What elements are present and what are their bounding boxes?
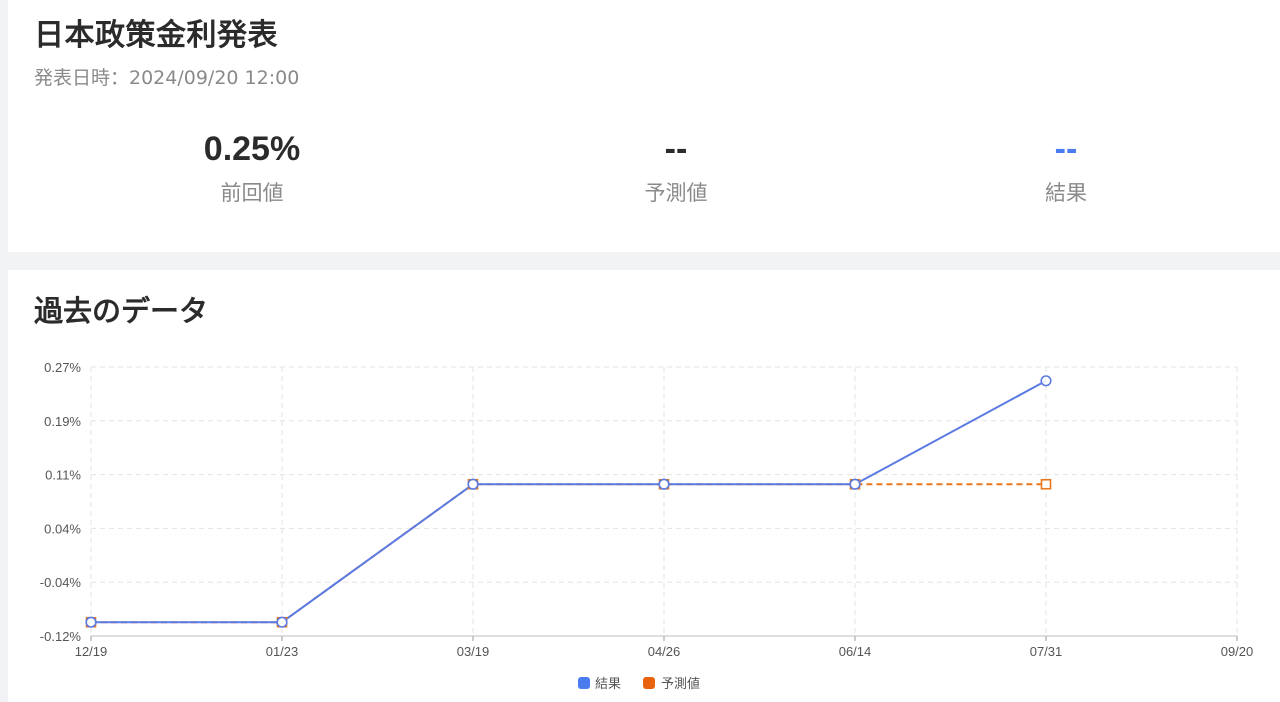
x-tick-label: 09/20	[1221, 644, 1254, 659]
result-point	[85, 616, 97, 628]
x-tick-label: 12/19	[75, 644, 108, 659]
series-line-forecast	[91, 483, 1046, 624]
series-line-result	[91, 379, 1047, 624]
x-tick-label: 04/26	[648, 644, 681, 659]
legend-forecast-swatch	[643, 677, 655, 689]
x-tick-label: 06/14	[839, 644, 872, 659]
result-point	[467, 478, 479, 490]
y-tick-label: 0.19%	[44, 414, 81, 429]
y-tick-label: -0.12%	[40, 629, 82, 644]
result-point	[849, 478, 861, 490]
y-tick-label: -0.04%	[40, 575, 82, 590]
legend-forecast-label: 予測値	[661, 676, 700, 692]
x-tick-label: 03/19	[457, 644, 490, 659]
result-point	[276, 616, 288, 628]
y-tick-label: 0.11%	[45, 468, 81, 483]
history-card: 過去のデータ 0.27% 0.19% 0.11% 0.04% -0.04% -0.12% 1…	[8, 270, 1280, 702]
history-line-chart: 0.27% 0.19% 0.11% 0.04% -0.04% -0.12%12/19 01/…	[40, 360, 1254, 692]
y-tick-label: 0.04%	[44, 521, 81, 536]
y-tick-label: 0.27%	[44, 360, 81, 375]
legend-result-label: 結果	[595, 677, 621, 692]
forecast-point	[1040, 478, 1052, 490]
result-point	[1040, 375, 1052, 387]
legend-result-swatch	[578, 677, 590, 689]
x-tick-label: 07/31	[1030, 644, 1063, 659]
result-point	[658, 478, 670, 490]
x-tick-label: 01/23	[266, 644, 299, 659]
